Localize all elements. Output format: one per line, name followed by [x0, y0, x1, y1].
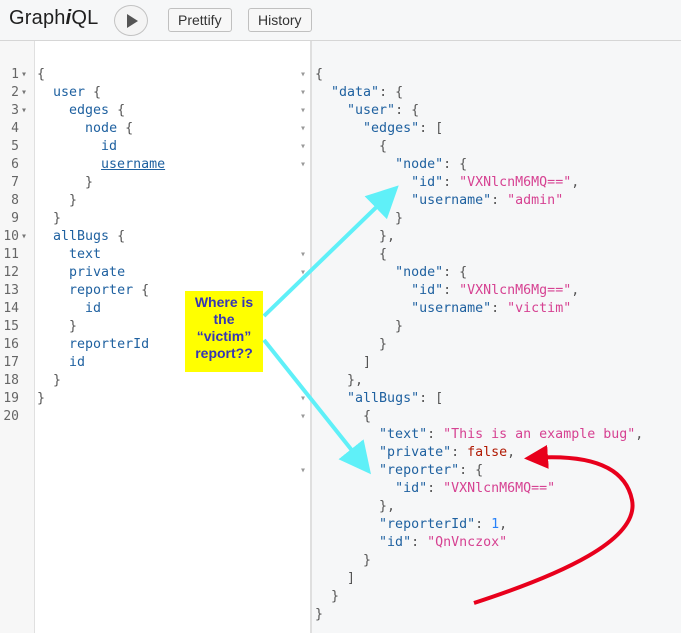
annotation-arrows [262, 185, 635, 605]
red-arrow-to-private [473, 444, 635, 605]
cyan-arrow-to-user-ids [262, 185, 399, 318]
cyan-arrow-to-reporter [262, 338, 371, 475]
